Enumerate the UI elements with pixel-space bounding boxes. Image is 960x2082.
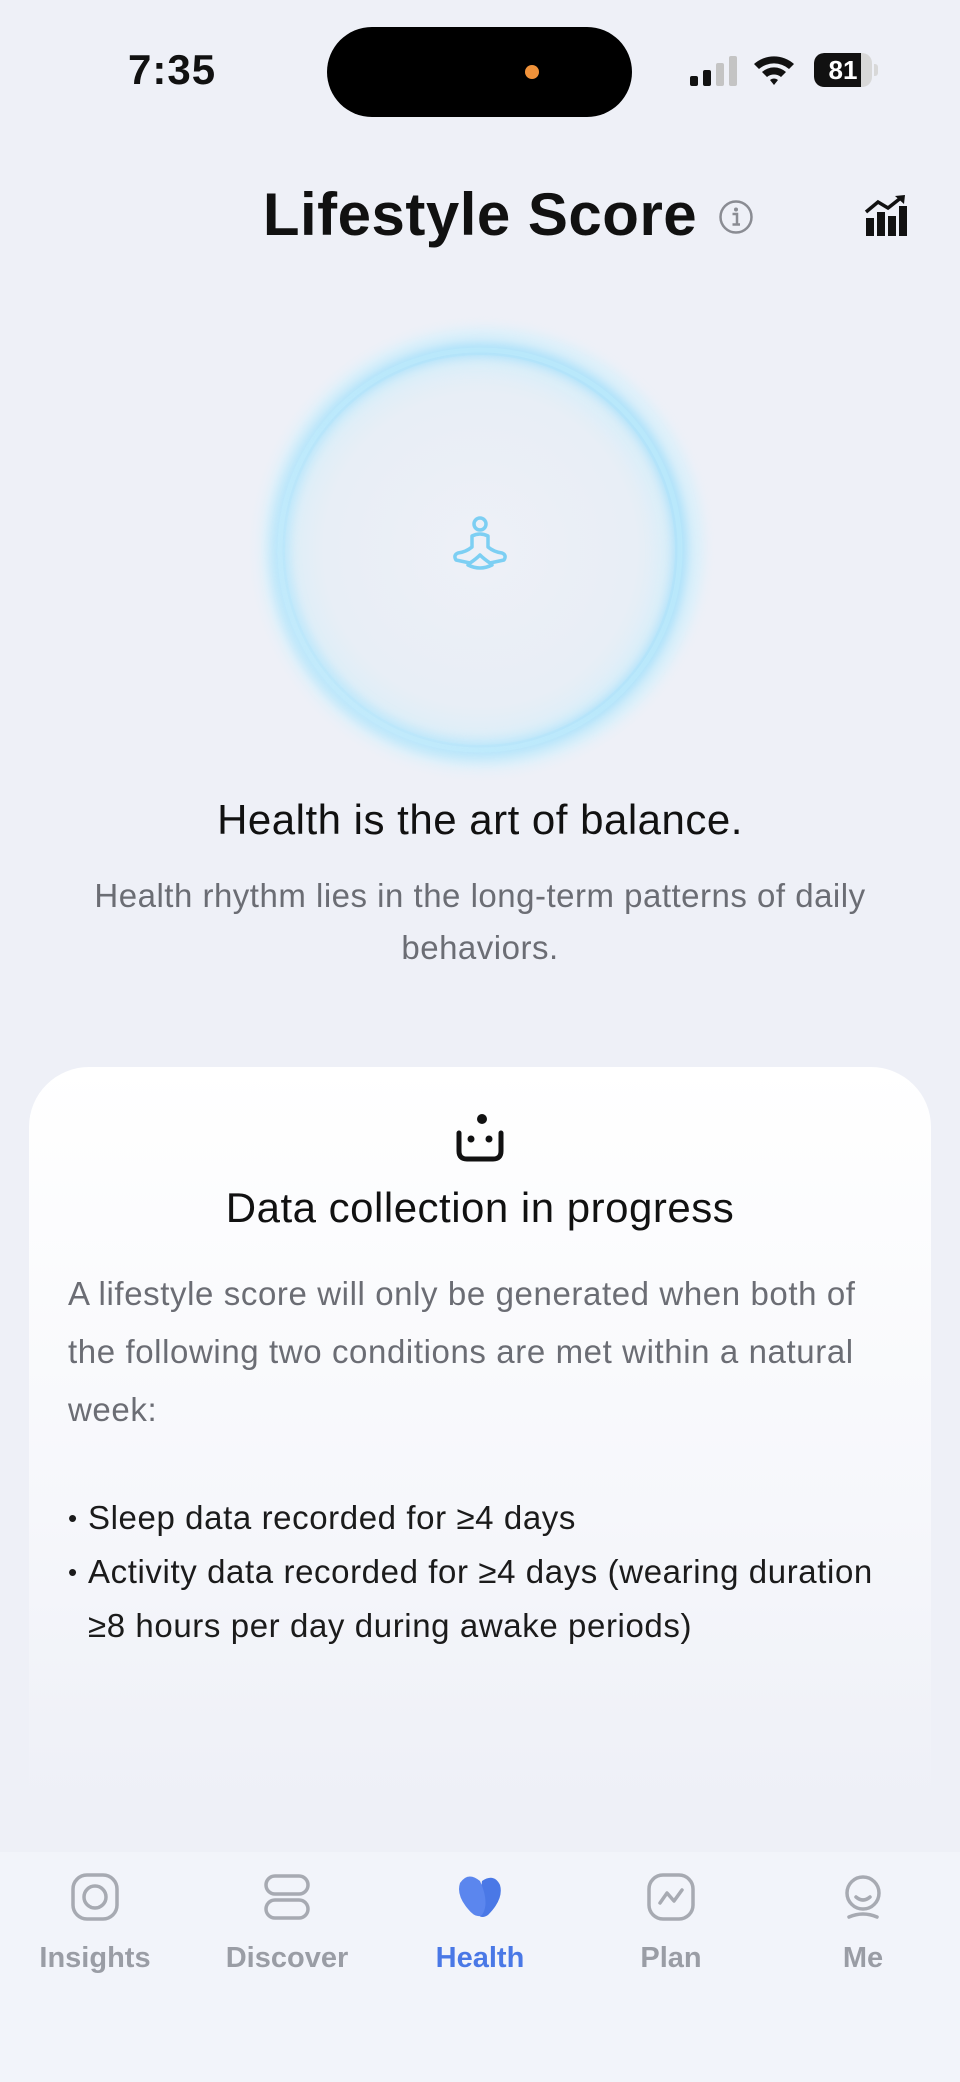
data-collection-card: Data collection in progress A lifestyle … xyxy=(29,1067,931,1807)
conditions-list: Sleep data recorded for ≥4 days Activity… xyxy=(68,1491,898,1653)
battery-tip xyxy=(874,64,878,76)
card-title: Data collection in progress xyxy=(225,1184,735,1231)
wifi-icon xyxy=(754,56,794,85)
battery-body: 81 xyxy=(814,53,872,87)
dynamic-island xyxy=(327,27,632,117)
tab-label-me: Me xyxy=(842,1942,884,1974)
tab-label-discover: Discover xyxy=(225,1942,349,1974)
hero-subtitle: Health rhythm lies in the long-term patt… xyxy=(94,877,866,966)
info-icon[interactable] xyxy=(718,199,754,235)
recording-indicator-dot xyxy=(525,65,539,79)
tab-insights[interactable]: Insights xyxy=(0,1852,190,1992)
hero-title: Health is the art of balance. xyxy=(217,796,743,843)
tab-me[interactable]: Me xyxy=(768,1852,958,1992)
battery-icon: 81 xyxy=(814,53,878,87)
discover-icon xyxy=(264,1874,310,1920)
tab-label-insights: Insights xyxy=(39,1942,151,1974)
trend-chart-icon[interactable] xyxy=(864,194,908,238)
cellular-signal-icon xyxy=(690,56,737,86)
battery-level: 81 xyxy=(828,55,858,85)
page-title: Lifestyle Score xyxy=(262,181,698,248)
insights-icon xyxy=(71,1873,119,1921)
plan-icon xyxy=(647,1873,695,1921)
bottom-tab-bar: Insights Discover Health Plan Me xyxy=(0,1852,960,2082)
tab-discover[interactable]: Discover xyxy=(192,1852,382,1992)
me-icon xyxy=(845,1875,881,1919)
card-description: A lifestyle score will only be generated… xyxy=(68,1275,856,1428)
tab-health[interactable]: Health xyxy=(385,1852,575,1992)
condition-sleep: Sleep data recorded for ≥4 days xyxy=(68,1491,898,1545)
status-time: 7:35 xyxy=(128,46,217,93)
tab-label-health: Health xyxy=(435,1942,525,1974)
condition-activity: Activity data recorded for ≥4 days (wear… xyxy=(68,1545,898,1653)
tab-label-plan: Plan xyxy=(640,1942,702,1974)
health-icon xyxy=(459,1876,501,1917)
meditation-icon xyxy=(453,516,507,570)
tab-plan[interactable]: Plan xyxy=(576,1852,766,1992)
collection-icon xyxy=(456,1114,504,1162)
status-bar: 7:35 81 xyxy=(0,0,960,140)
